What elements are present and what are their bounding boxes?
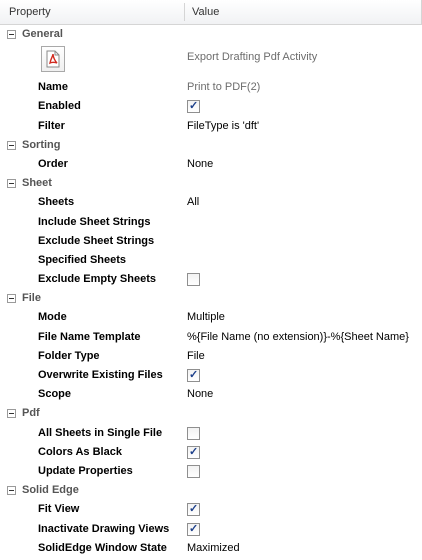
category-solid-edge[interactable]: Solid Edge bbox=[0, 481, 422, 500]
property-row-name[interactable]: Name Print to PDF(2) bbox=[0, 78, 422, 97]
property-name: Specified Sheets bbox=[38, 253, 127, 266]
property-row-update-properties[interactable]: Update Properties bbox=[0, 462, 422, 481]
update-properties-checkbox[interactable] bbox=[187, 464, 200, 478]
column-divider[interactable] bbox=[184, 3, 185, 21]
activity-type: Export Drafting Pdf Activity bbox=[187, 51, 318, 64]
property-name: Enabled bbox=[38, 100, 81, 113]
inactivate-drawing-views-checkbox[interactable] bbox=[187, 522, 200, 536]
category-label: File bbox=[22, 292, 41, 305]
category-label: Sheet bbox=[22, 177, 52, 190]
property-row-inactivate-drawing-views[interactable]: Inactivate Drawing Views bbox=[0, 520, 422, 539]
property-row-sheets[interactable]: Sheets All bbox=[0, 193, 422, 212]
property-name: Exclude Sheet Strings bbox=[38, 234, 155, 247]
activity-row: Export Drafting Pdf Activity bbox=[0, 44, 422, 78]
property-name: Folder Type bbox=[38, 349, 100, 362]
fit-view-checkbox[interactable] bbox=[187, 502, 200, 517]
exclude-empty-sheets-checkbox[interactable] bbox=[187, 273, 200, 287]
property-row-scope[interactable]: Scope None bbox=[0, 385, 422, 404]
property-name: SolidEdge Window State bbox=[38, 541, 167, 554]
category-file[interactable]: File bbox=[0, 289, 422, 308]
overwrite-checkbox[interactable] bbox=[187, 368, 200, 382]
collapse-icon[interactable] bbox=[7, 486, 16, 496]
window-state-value[interactable]: Maximized bbox=[187, 542, 240, 554]
collapse-icon[interactable] bbox=[7, 294, 16, 304]
property-row-window-state[interactable]: SolidEdge Window State Maximized bbox=[0, 539, 422, 558]
property-name: Overwrite Existing Files bbox=[38, 369, 163, 381]
collapse-icon[interactable] bbox=[7, 140, 16, 150]
colors-as-black-checkbox[interactable] bbox=[187, 445, 200, 459]
category-label: Solid Edge bbox=[22, 484, 79, 497]
property-row-file-name-template[interactable]: File Name Template %{File Name (no exten… bbox=[0, 328, 422, 347]
order-value[interactable]: None bbox=[187, 158, 213, 170]
name-value[interactable]: Print to PDF(2) bbox=[187, 81, 260, 93]
property-row-include-sheet-strings[interactable]: Include Sheet Strings bbox=[0, 213, 422, 232]
property-name: Include Sheet Strings bbox=[38, 215, 151, 228]
property-name: Scope bbox=[38, 388, 72, 401]
property-row-filter[interactable]: Filter FileType is 'dft' bbox=[0, 117, 422, 136]
property-name: Order bbox=[38, 157, 68, 170]
enabled-checkbox[interactable] bbox=[187, 99, 200, 114]
property-name: Fit View bbox=[38, 503, 80, 516]
category-sorting[interactable]: Sorting bbox=[0, 136, 422, 155]
property-name: Exclude Empty Sheets bbox=[38, 273, 156, 286]
property-row-single-file[interactable]: All Sheets in Single File bbox=[0, 424, 422, 443]
property-row-overwrite[interactable]: Overwrite Existing Files bbox=[0, 366, 422, 385]
pdf-icon bbox=[41, 46, 65, 73]
file-name-template-value[interactable]: %{File Name (no extension)}-%{Sheet Name… bbox=[187, 331, 409, 343]
category-pdf[interactable]: Pdf bbox=[0, 404, 422, 423]
property-name: Sheets bbox=[38, 196, 75, 209]
property-row-folder-type[interactable]: Folder Type File bbox=[0, 347, 422, 366]
property-row-enabled[interactable]: Enabled bbox=[0, 97, 422, 116]
collapse-icon[interactable] bbox=[7, 30, 16, 39]
collapse-icon[interactable] bbox=[7, 179, 16, 189]
property-row-exclude-sheet-strings[interactable]: Exclude Sheet Strings bbox=[0, 232, 422, 251]
category-label: Sorting bbox=[22, 138, 61, 151]
property-name: Filter bbox=[38, 119, 65, 132]
category-label: General bbox=[22, 28, 63, 40]
value-column-header[interactable]: Value bbox=[192, 0, 219, 24]
mode-value[interactable]: Multiple bbox=[187, 311, 225, 323]
property-name: File Name Template bbox=[38, 330, 141, 343]
property-row-exclude-empty-sheets[interactable]: Exclude Empty Sheets bbox=[0, 270, 422, 289]
property-name: Name bbox=[38, 81, 68, 94]
grid-header: Property Value bbox=[0, 0, 422, 25]
category-general[interactable]: General bbox=[0, 25, 422, 44]
sheets-value[interactable]: All bbox=[187, 196, 199, 208]
property-row-fit-view[interactable]: Fit View bbox=[0, 500, 422, 519]
property-row-mode[interactable]: Mode Multiple bbox=[0, 308, 422, 327]
property-row-colors-as-black[interactable]: Colors As Black bbox=[0, 443, 422, 462]
property-row-specified-sheets[interactable]: Specified Sheets bbox=[0, 251, 422, 270]
category-label: Pdf bbox=[22, 407, 40, 420]
property-row-order[interactable]: Order None bbox=[0, 155, 422, 174]
property-name: Update Properties bbox=[38, 464, 133, 477]
property-grid: General Export Drafting Pdf Activity Nam… bbox=[0, 25, 422, 558]
property-column-header[interactable]: Property bbox=[9, 0, 51, 24]
folder-type-value[interactable]: File bbox=[187, 350, 205, 362]
filter-value[interactable]: FileType is 'dft' bbox=[187, 120, 259, 132]
property-name: Mode bbox=[38, 311, 67, 324]
collapse-icon[interactable] bbox=[7, 409, 16, 419]
property-name: All Sheets in Single File bbox=[38, 426, 163, 439]
category-sheet[interactable]: Sheet bbox=[0, 174, 422, 193]
property-name: Inactivate Drawing Views bbox=[38, 522, 170, 535]
single-file-checkbox[interactable] bbox=[187, 426, 200, 440]
scope-value[interactable]: None bbox=[187, 388, 213, 400]
property-name: Colors As Black bbox=[38, 445, 122, 458]
